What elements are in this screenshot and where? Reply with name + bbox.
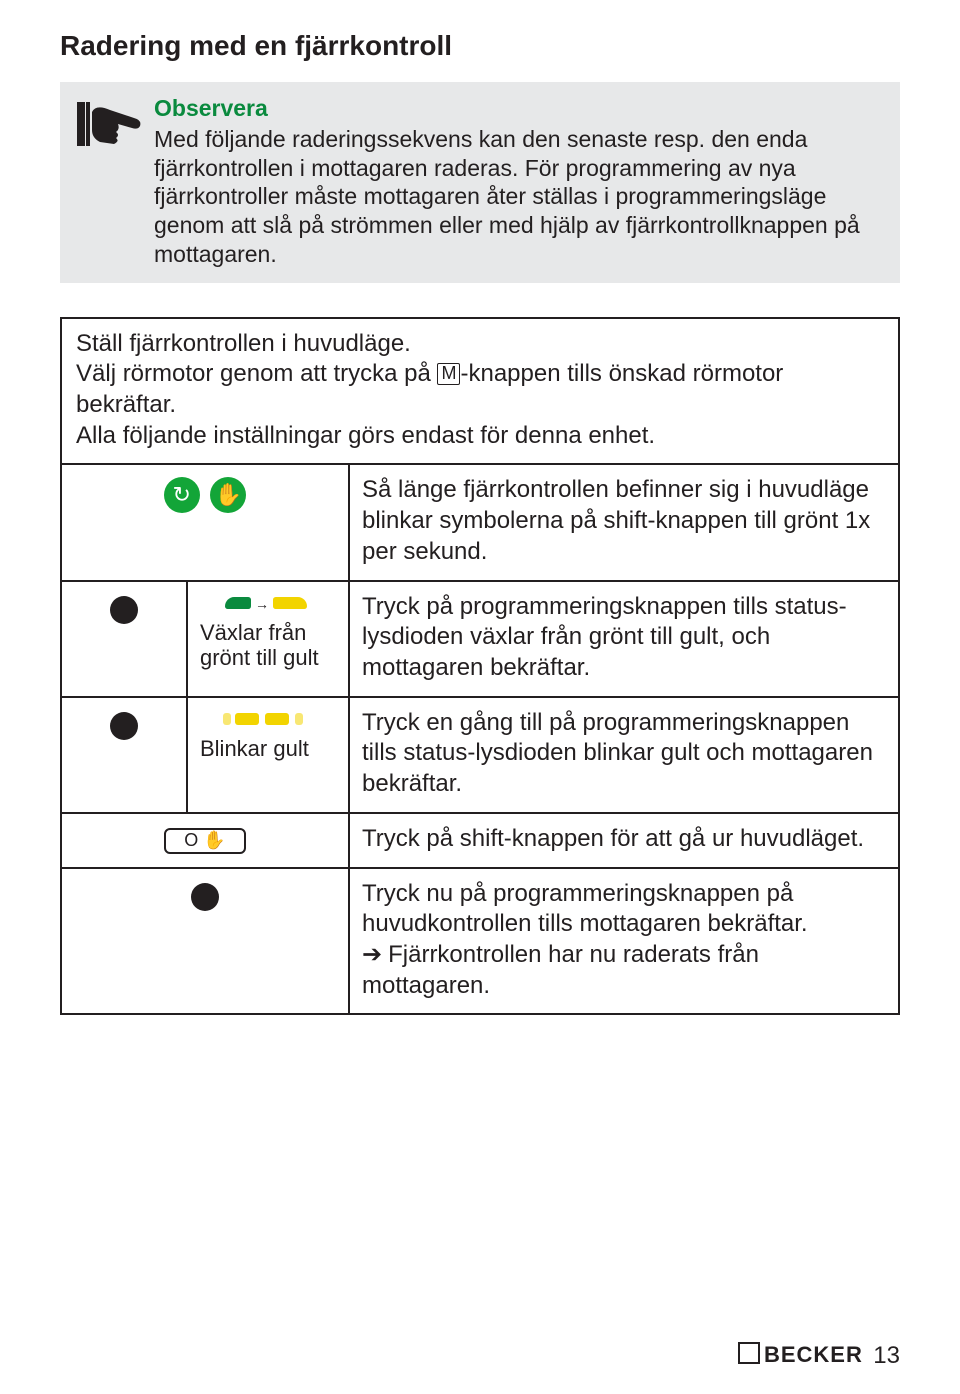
- table-row: ↻ ✋ Så länge fjärrkontrollen befinner si…: [61, 464, 899, 580]
- row5-text: Tryck nu på programmeringsknappen på huv…: [362, 879, 886, 940]
- intro-line-2: Välj rörmotor genom att trycka på M-knap…: [76, 359, 884, 420]
- led-label: Blinkar gult: [200, 736, 336, 762]
- brand-name: BECKER: [764, 1342, 863, 1367]
- row5-result: Fjärrkontrollen har nu raderats från mot…: [362, 941, 759, 999]
- notice-box: Observera Med följande raderingssekvens …: [60, 82, 900, 283]
- row4-text: Tryck på shift-knappen för att gå ur huv…: [349, 813, 899, 868]
- led-arc-green-to-yellow-icon: →: [223, 594, 313, 616]
- m-key-icon: M: [437, 363, 460, 385]
- button-icon: [110, 712, 138, 740]
- row1-text: Så länge fjärrkontrollen befinner sig i …: [349, 464, 899, 580]
- led-arc-blink-yellow-icon: [223, 710, 313, 732]
- brand-logo-icon: [738, 1342, 760, 1364]
- arrow-right-icon: ➔: [362, 940, 382, 971]
- table-row: Blinkar gult Tryck en gång till på progr…: [61, 697, 899, 813]
- shift-key-icon: O ✋: [164, 828, 246, 854]
- page-title: Radering med en fjärrkontroll: [60, 30, 900, 62]
- intro-line-1: Ställ fjärrkontrollen i huvudläge.: [76, 329, 884, 360]
- pointing-hand-icon: [74, 96, 144, 152]
- row2-text: Tryck på programmeringsknappen tills sta…: [349, 581, 899, 697]
- instruction-table: Ställ fjärrkontrollen i huvudläge. Välj …: [60, 317, 900, 1016]
- table-row: Tryck nu på programmeringsknappen på huv…: [61, 868, 899, 1015]
- table-row: O ✋ Tryck på shift-knappen för att gå ur…: [61, 813, 899, 868]
- page-number: 13: [873, 1342, 900, 1369]
- notice-body-text: Med följande raderingssekvens kan den se…: [154, 125, 882, 269]
- refresh-icon: ↻: [164, 477, 200, 513]
- page-footer: BECKER 13: [738, 1342, 900, 1370]
- hand-icon: ✋: [210, 477, 246, 513]
- intro-line-3: Alla följande inställningar görs endast …: [76, 421, 884, 452]
- table-row: → Växlar från grönt till gult Tryck på p…: [61, 581, 899, 697]
- button-icon: [110, 596, 138, 624]
- button-icon: [191, 883, 219, 911]
- notice-heading: Observera: [154, 94, 882, 123]
- led-label: Växlar från grönt till gult: [200, 620, 336, 671]
- row3-text: Tryck en gång till på programmeringsknap…: [349, 697, 899, 813]
